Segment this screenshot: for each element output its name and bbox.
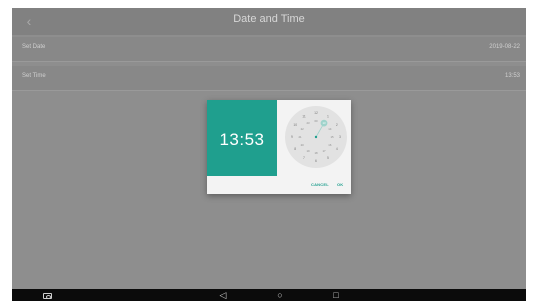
clock-hour-17[interactable]: 17 — [322, 149, 326, 153]
screenshot-button[interactable] — [41, 289, 53, 301]
clock-hour-15[interactable]: 15 — [330, 135, 334, 139]
clock-hour-8[interactable]: 8 — [294, 147, 296, 151]
system-nav-bar: ◁ ○ □ — [12, 289, 526, 301]
clock-hour-9[interactable]: 9 — [291, 135, 293, 139]
set-time-label: Set Time — [22, 73, 46, 79]
clock-hour-4[interactable]: 4 — [336, 147, 338, 151]
clock-hour-19[interactable]: 19 — [306, 149, 310, 153]
screen: ‹ Date and Time Set Date 2019-08-22 Set … — [12, 8, 526, 289]
set-date-label: Set Date — [22, 44, 46, 50]
nav-recent-button[interactable]: □ — [330, 289, 342, 301]
clock-hour-00[interactable]: 00 — [314, 119, 318, 123]
clock-hour-13[interactable]: 13 — [322, 121, 326, 125]
clock-hour-11[interactable]: 11 — [302, 114, 306, 118]
clock-hour-18[interactable]: 18 — [314, 151, 318, 155]
clock-hour-12[interactable]: 12 — [314, 111, 318, 115]
clock-hour-20[interactable]: 20 — [301, 143, 305, 147]
set-date-row[interactable]: Set Date 2019-08-22 — [12, 37, 526, 62]
clock-hour-3[interactable]: 3 — [339, 135, 341, 139]
clock-hour-22[interactable]: 22 — [301, 127, 305, 131]
app-bar: ‹ Date and Time — [12, 8, 526, 35]
clock-hour-23[interactable]: 23 — [306, 121, 310, 125]
clock-center-dot — [314, 135, 318, 139]
set-date-value: 2019-08-22 — [489, 44, 520, 50]
camera-icon — [42, 293, 52, 299]
cancel-button[interactable]: CANCEL — [311, 182, 329, 187]
set-time-row[interactable]: Set Time 13:53 — [12, 66, 526, 91]
clock-hour-1[interactable]: 1 — [327, 114, 329, 118]
time-picker-dialog: 13:53 12 1 2 3 4 5 6 7 8 9 10 11 00 13 14 15 16 17 18 19 20… — [207, 100, 351, 194]
time-header: 13:53 — [207, 100, 277, 176]
nav-back-button[interactable]: ◁ — [217, 289, 229, 301]
clock-hour-14[interactable]: 14 — [328, 127, 332, 131]
clock-hour-21[interactable]: 21 — [298, 135, 302, 139]
clock-hour-2[interactable]: 2 — [336, 123, 338, 127]
selected-time[interactable]: 13:53 — [207, 130, 277, 150]
nav-home-button[interactable]: ○ — [274, 289, 286, 301]
page-title: Date and Time — [233, 13, 305, 25]
clock-hour-6[interactable]: 6 — [315, 159, 317, 163]
clock-hour-7[interactable]: 7 — [303, 156, 305, 160]
ok-button[interactable]: OK — [337, 182, 343, 187]
set-time-value: 13:53 — [504, 73, 520, 79]
clock-hour-5[interactable]: 5 — [327, 156, 329, 160]
clock-face[interactable]: 121234567891011 001314151617181920212223 — [283, 102, 349, 172]
clock-hour-16[interactable]: 16 — [328, 143, 332, 147]
clock-hour-10[interactable]: 10 — [293, 123, 297, 127]
